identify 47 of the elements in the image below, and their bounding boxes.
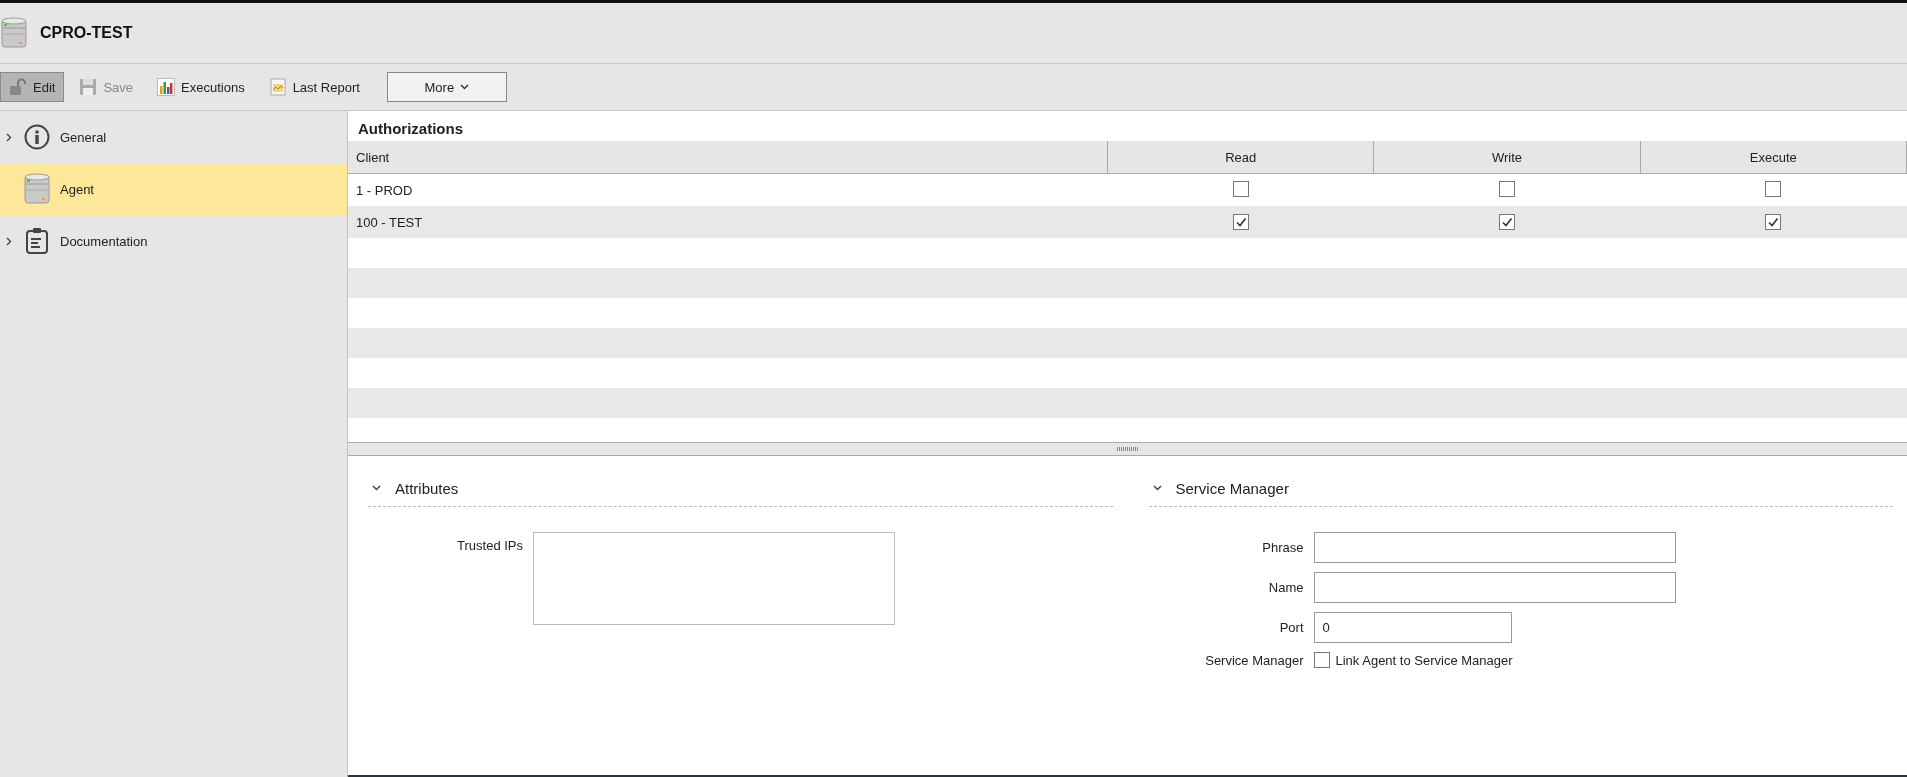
toolbar-button[interactable]: Executions xyxy=(148,72,254,102)
column-header: Client xyxy=(348,141,1108,174)
checkbox-caption: Link Agent to Service Manager xyxy=(1335,652,1513,668)
info-icon xyxy=(24,124,50,150)
chevron-down-icon xyxy=(1152,485,1162,491)
report-icon xyxy=(268,78,287,96)
field-label: Service Manager xyxy=(1205,652,1304,668)
checkbox[interactable] xyxy=(1499,213,1515,230)
bar-chart-icon xyxy=(157,78,176,96)
input-field[interactable] xyxy=(1313,572,1676,603)
checkbox[interactable] xyxy=(1232,180,1249,197)
section-header[interactable]: Attributes xyxy=(368,470,1113,507)
sidebar-item[interactable]: Documentation xyxy=(0,215,347,267)
sidebar-item[interactable]: Agent xyxy=(0,163,347,215)
splitter-handle[interactable] xyxy=(1116,447,1139,451)
section-title: Attributes xyxy=(395,479,459,497)
chevron-right-icon xyxy=(6,132,12,142)
checkbox[interactable] xyxy=(1765,213,1782,230)
input-field[interactable] xyxy=(1313,532,1676,563)
padlock-icon xyxy=(9,78,27,96)
sidebar-item[interactable]: General xyxy=(0,111,347,163)
checkbox[interactable] xyxy=(1313,652,1330,668)
server-icon xyxy=(23,173,51,205)
caret-icon xyxy=(460,84,470,90)
checkbox[interactable] xyxy=(1499,180,1515,197)
field-label: Name xyxy=(1268,580,1304,595)
toolbar-button[interactable]: Last Report xyxy=(259,72,369,102)
column-header: Write xyxy=(1373,141,1641,174)
chevron-right-icon xyxy=(6,236,12,246)
toolbar-toggle[interactable]: Edit xyxy=(0,72,65,102)
table-cell: 1 - PROD xyxy=(348,173,1108,206)
column-header: Execute xyxy=(1640,141,1907,174)
more-dropdown[interactable]: More xyxy=(386,72,507,102)
chevron-down-icon xyxy=(372,485,381,491)
window-title: CPRO-TEST xyxy=(40,24,133,42)
column-header: Read xyxy=(1107,141,1374,174)
checkbox[interactable] xyxy=(1232,213,1249,230)
number-field[interactable]: 0 xyxy=(1313,612,1512,643)
table-cell: 100 - TEST xyxy=(348,206,1108,238)
field-label: Phrase xyxy=(1262,540,1304,555)
field-label: Trusted IPs xyxy=(457,537,523,553)
checkbox[interactable] xyxy=(1765,180,1782,197)
section-title: Service Manager xyxy=(1175,479,1289,497)
field-label: Port xyxy=(1279,620,1304,635)
clipboard-icon xyxy=(25,227,49,255)
section-title: Authorizations xyxy=(357,119,464,139)
section-header[interactable]: Service Manager xyxy=(1148,470,1893,507)
